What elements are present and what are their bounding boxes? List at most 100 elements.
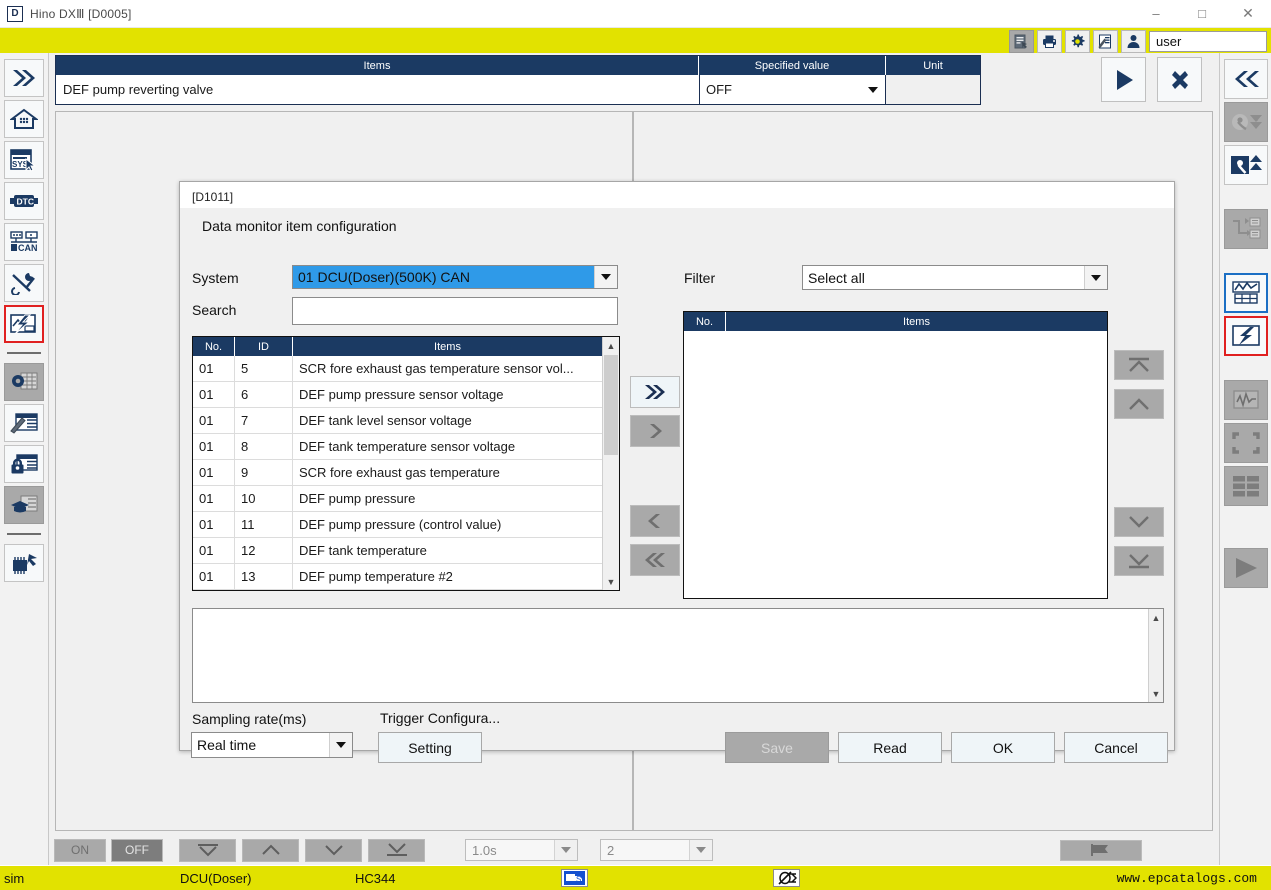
scroll-up-icon[interactable]: ▲ xyxy=(603,337,619,354)
available-list-scrollbar[interactable]: ▲ ▼ xyxy=(602,337,619,590)
add-all-button[interactable] xyxy=(630,376,680,408)
move-bottom-button[interactable] xyxy=(1114,546,1164,576)
scroll-down-icon[interactable]: ▼ xyxy=(1149,685,1163,702)
available-list-header: No. ID Items xyxy=(193,337,619,356)
save-button[interactable]: Save xyxy=(725,732,829,763)
first-record-button[interactable] xyxy=(179,839,236,862)
edit-report-icon[interactable] xyxy=(1093,30,1118,53)
move-down-button[interactable] xyxy=(1114,507,1164,537)
chevron-down-icon[interactable] xyxy=(554,840,577,860)
interval-select[interactable]: 1.0s xyxy=(465,839,578,861)
column-items: Items xyxy=(56,56,699,75)
minimize-button[interactable]: – xyxy=(1133,0,1179,27)
ecu-reprogram-icon[interactable] xyxy=(4,544,44,582)
column-no: No. xyxy=(193,337,235,356)
no-comm-icon[interactable] xyxy=(773,869,800,887)
chart-table-icon[interactable] xyxy=(1224,273,1268,313)
scrollbar-thumb[interactable] xyxy=(604,355,618,455)
cell-no: 01 xyxy=(193,512,235,537)
user-name-field[interactable]: user xyxy=(1149,31,1267,52)
flag-button[interactable] xyxy=(1060,840,1142,861)
edit-table-icon[interactable] xyxy=(4,404,44,442)
add-one-button[interactable] xyxy=(630,415,680,447)
search-input[interactable] xyxy=(292,297,618,325)
cell-no: 01 xyxy=(193,486,235,511)
close-button[interactable]: ✕ xyxy=(1225,0,1271,27)
lock-table-icon[interactable] xyxy=(4,445,44,483)
copy-pages-icon[interactable] xyxy=(1224,209,1268,249)
list-item[interactable]: 01 12 DEF tank temperature xyxy=(193,538,619,564)
play-triangle-icon[interactable] xyxy=(1224,548,1268,588)
remove-all-button[interactable] xyxy=(630,544,680,576)
gear-icon[interactable] xyxy=(1065,30,1090,53)
left-sidebar: SYS DTC CAN xyxy=(0,53,49,865)
waveform-icon[interactable] xyxy=(1224,380,1268,420)
off-button[interactable]: OFF xyxy=(111,839,163,862)
maximize-button[interactable]: □ xyxy=(1179,0,1225,27)
list-item[interactable]: 01 11 DEF pump pressure (control value) xyxy=(193,512,619,538)
tools-icon[interactable] xyxy=(4,264,44,302)
dtc-icon[interactable]: DTC xyxy=(4,182,44,220)
list-item[interactable]: 01 13 DEF pump temperature #2 xyxy=(193,564,619,590)
chevron-down-icon[interactable] xyxy=(594,266,617,288)
read-button[interactable]: Read xyxy=(838,732,942,763)
training-table-icon[interactable] xyxy=(4,486,44,524)
list-item[interactable]: 01 7 DEF tank level sensor voltage xyxy=(193,408,619,434)
move-top-button[interactable] xyxy=(1114,350,1164,380)
scroll-down-icon[interactable]: ▼ xyxy=(603,573,619,590)
list-item[interactable]: 01 6 DEF pump pressure sensor voltage xyxy=(193,382,619,408)
filter-select[interactable]: Select all xyxy=(802,265,1108,290)
expand-chevrons-icon[interactable] xyxy=(4,59,44,97)
load-up-icon[interactable] xyxy=(1224,145,1268,185)
description-textarea[interactable]: ▲ ▼ xyxy=(192,608,1164,703)
list-item[interactable]: 01 8 DEF tank temperature sensor voltage xyxy=(193,434,619,460)
selected-items-list[interactable]: No. Items xyxy=(683,311,1108,599)
search-label: Search xyxy=(192,302,236,318)
execute-button[interactable] xyxy=(1101,57,1146,102)
ok-button[interactable]: OK xyxy=(951,732,1055,763)
settings-table-icon[interactable] xyxy=(4,363,44,401)
next-record-button[interactable] xyxy=(305,839,362,862)
row-specified-value-dropdown[interactable]: OFF xyxy=(700,75,886,104)
chevron-down-icon[interactable] xyxy=(1084,266,1107,289)
remove-one-button[interactable] xyxy=(630,505,680,537)
vehicle-connect-icon[interactable]: S xyxy=(561,869,588,887)
on-button[interactable]: ON xyxy=(54,839,106,862)
grid-layout-icon[interactable] xyxy=(1224,466,1268,506)
system-select-icon[interactable]: SYS xyxy=(4,141,44,179)
prev-record-button[interactable] xyxy=(242,839,299,862)
data-monitor-icon[interactable] xyxy=(4,305,44,343)
lightning-icon[interactable] xyxy=(1224,316,1268,356)
home-icon[interactable] xyxy=(4,100,44,138)
printer-icon[interactable] xyxy=(1037,30,1062,53)
fullscreen-icon[interactable] xyxy=(1224,423,1268,463)
system-select[interactable]: 01 DCU(Doser)(500K) CAN xyxy=(292,265,618,289)
scroll-up-icon[interactable]: ▲ xyxy=(1149,609,1163,626)
list-item[interactable]: 01 5 SCR fore exhaust gas temperature se… xyxy=(193,356,619,382)
collapse-chevrons-icon[interactable] xyxy=(1224,59,1268,99)
window-title: Hino DXⅢ [D0005] xyxy=(30,7,132,21)
list-item[interactable]: 01 9 SCR fore exhaust gas temperature xyxy=(193,460,619,486)
count-select[interactable]: 2 xyxy=(600,839,713,861)
sampling-rate-select[interactable]: Real time xyxy=(191,732,353,758)
cell-item: DEF pump pressure sensor voltage xyxy=(293,382,619,407)
move-up-button[interactable] xyxy=(1114,389,1164,419)
user-icon[interactable] xyxy=(1121,30,1146,53)
chevron-down-icon[interactable] xyxy=(329,733,352,757)
cell-no: 01 xyxy=(193,382,235,407)
list-item[interactable]: 01 10 DEF pump pressure xyxy=(193,486,619,512)
stop-close-button[interactable] xyxy=(1157,57,1202,102)
can-icon[interactable]: CAN xyxy=(4,223,44,261)
table-row[interactable]: DEF pump reverting valve OFF xyxy=(56,75,980,104)
description-scrollbar[interactable]: ▲ ▼ xyxy=(1148,609,1163,702)
available-items-list[interactable]: No. ID Items 01 5 SCR fore exhaust gas t… xyxy=(192,336,620,591)
trigger-setting-button[interactable]: Setting xyxy=(378,732,482,763)
last-record-button[interactable] xyxy=(368,839,425,862)
save-down-icon[interactable] xyxy=(1224,102,1268,142)
bottom-toolbar: ON OFF 1.0s xyxy=(49,835,1219,865)
report-icon[interactable] xyxy=(1009,30,1034,53)
chevron-down-icon[interactable] xyxy=(689,840,712,860)
cell-item: DEF tank level sensor voltage xyxy=(293,408,619,433)
dialog-body: Data monitor item configuration System 0… xyxy=(180,208,1174,750)
cancel-button[interactable]: Cancel xyxy=(1064,732,1168,763)
